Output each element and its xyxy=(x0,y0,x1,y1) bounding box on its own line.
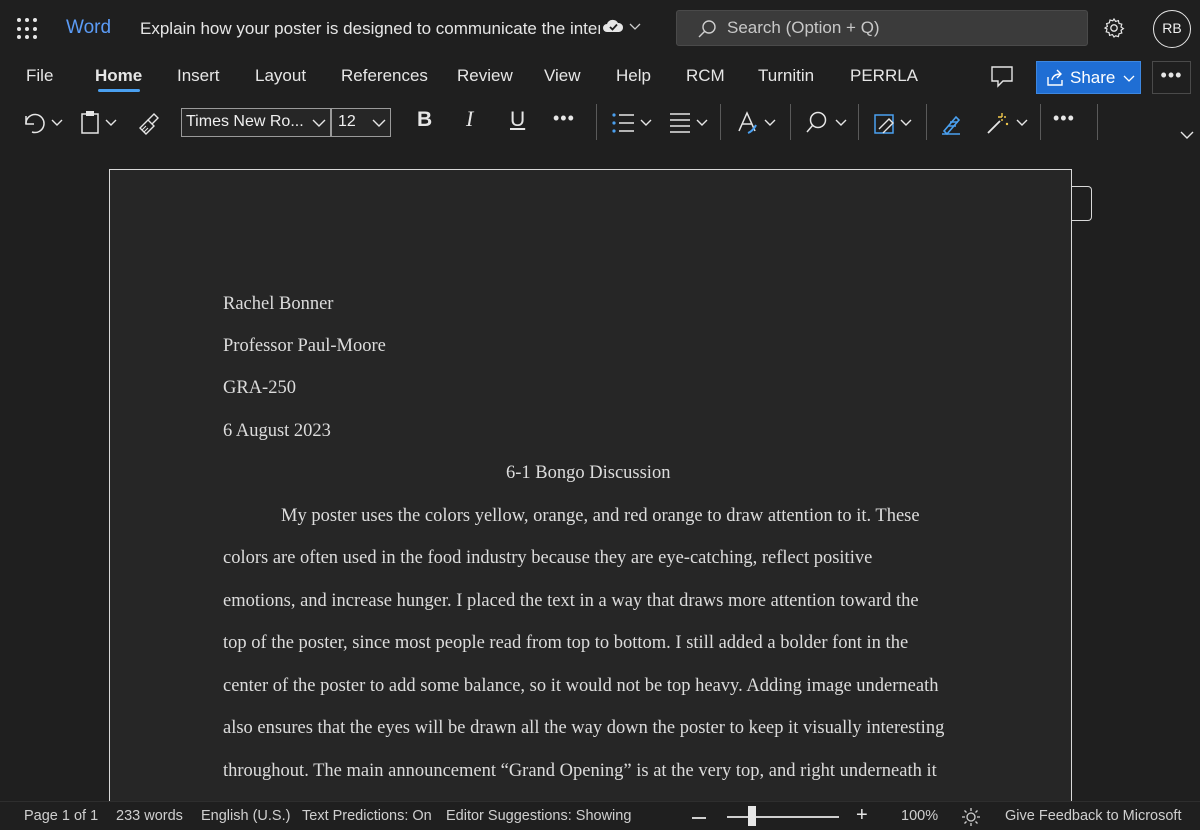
page-side-tab[interactable] xyxy=(1072,186,1092,221)
status-bar: Page 1 of 1 233 words English (U.S.) Tex… xyxy=(0,801,1200,830)
tab-references[interactable]: References xyxy=(341,66,428,86)
underline-button[interactable]: U xyxy=(510,108,525,132)
tab-turnitin[interactable]: Turnitin xyxy=(758,66,814,86)
ribbon-tabs: File Home Insert Layout References Revie… xyxy=(0,56,1200,98)
find-icon[interactable] xyxy=(804,109,850,137)
page-count: Page 1 of 1 xyxy=(24,808,99,824)
chevron-down-icon xyxy=(372,119,386,127)
editor-suggestions-status[interactable]: Editor Suggestions: Showing xyxy=(446,808,631,824)
divider xyxy=(926,104,927,140)
document-page[interactable]: Rachel Bonner Professor Paul-Moore GRA-2… xyxy=(109,169,1072,801)
more-formatting-button[interactable]: ••• xyxy=(553,108,575,129)
active-tab-indicator xyxy=(98,89,140,92)
app-launcher-icon[interactable] xyxy=(17,18,39,40)
tab-view[interactable]: View xyxy=(544,66,581,86)
tab-review[interactable]: Review xyxy=(457,66,513,86)
chevron-down-icon xyxy=(1123,75,1135,82)
document-canvas[interactable]: Rachel Bonner Professor Paul-Moore GRA-2… xyxy=(0,146,1200,801)
settings-icon[interactable] xyxy=(1103,17,1125,39)
language-status[interactable]: English (U.S.) xyxy=(201,808,290,824)
search-input[interactable] xyxy=(727,11,1067,45)
dictate-icon[interactable] xyxy=(938,109,966,137)
avatar[interactable]: RB xyxy=(1153,10,1191,48)
sensitivity-icon[interactable] xyxy=(872,109,916,137)
brightness-icon[interactable] xyxy=(961,807,981,827)
format-painter-icon[interactable] xyxy=(136,110,160,136)
expand-ribbon-icon[interactable] xyxy=(1178,128,1196,142)
italic-button[interactable]: I xyxy=(466,106,473,132)
tab-insert[interactable]: Insert xyxy=(177,66,220,86)
header-course[interactable]: GRA-250 xyxy=(223,378,296,399)
share-icon xyxy=(1047,69,1063,86)
zoom-slider[interactable] xyxy=(727,816,839,818)
undo-icon[interactable] xyxy=(20,110,66,136)
share-button[interactable]: Share xyxy=(1036,61,1141,94)
search-box[interactable] xyxy=(676,10,1088,46)
font-family-value: Times New Ro... xyxy=(186,113,304,130)
zoom-out-button[interactable] xyxy=(692,817,706,819)
search-icon xyxy=(698,20,716,38)
divider xyxy=(720,104,721,140)
divider xyxy=(790,104,791,140)
styles-icon[interactable] xyxy=(736,109,780,137)
chevron-down-icon[interactable] xyxy=(628,18,642,34)
body-line[interactable]: colors are often used in the food indust… xyxy=(223,548,872,569)
tab-rcm[interactable]: RCM xyxy=(686,66,725,86)
zoom-level[interactable]: 100% xyxy=(901,808,938,824)
word-count[interactable]: 233 words xyxy=(116,808,183,824)
zoom-slider-thumb[interactable] xyxy=(748,806,756,826)
clipboard-icon[interactable] xyxy=(80,109,122,137)
tab-perrla[interactable]: PERRLA xyxy=(850,66,918,86)
document-title[interactable]: Explain how your poster is designed to c… xyxy=(140,19,600,39)
header-professor[interactable]: Professor Paul-Moore xyxy=(223,336,386,357)
divider xyxy=(596,104,597,140)
app-name[interactable]: Word xyxy=(66,17,111,39)
body-line[interactable]: My poster uses the colors yellow, orange… xyxy=(281,506,920,527)
tab-file[interactable]: File xyxy=(26,66,53,86)
font-size-select[interactable]: 12 xyxy=(331,108,391,137)
body-line[interactable]: also ensures that the eyes will be drawn… xyxy=(223,718,944,739)
comment-icon[interactable] xyxy=(988,63,1016,89)
bullets-icon[interactable] xyxy=(610,110,654,136)
align-icon[interactable] xyxy=(668,110,712,136)
header-name[interactable]: Rachel Bonner xyxy=(223,294,333,315)
tab-home[interactable]: Home xyxy=(95,66,142,86)
cloud-sync-icon[interactable] xyxy=(602,17,624,37)
designer-icon[interactable] xyxy=(984,109,1030,137)
bold-button[interactable]: B xyxy=(417,108,432,132)
body-line[interactable]: center of the poster to add some balance… xyxy=(223,676,938,697)
zoom-in-button[interactable]: + xyxy=(856,804,868,827)
body-line[interactable]: throughout. The main announcement “Grand… xyxy=(223,761,937,782)
tab-help[interactable]: Help xyxy=(616,66,651,86)
divider xyxy=(1097,104,1098,140)
body-line[interactable]: emotions, and increase hunger. I placed … xyxy=(223,591,919,612)
share-label: Share xyxy=(1070,68,1116,87)
divider xyxy=(1040,104,1041,140)
divider xyxy=(858,104,859,140)
document-heading[interactable]: 6-1 Bongo Discussion xyxy=(506,463,670,484)
title-bar: Word Explain how your poster is designed… xyxy=(0,0,1200,56)
tab-layout[interactable]: Layout xyxy=(255,66,306,86)
font-size-value: 12 xyxy=(338,113,356,130)
header-date[interactable]: 6 August 2023 xyxy=(223,421,331,442)
more-ribbon-button[interactable]: ••• xyxy=(1053,108,1075,129)
feedback-link[interactable]: Give Feedback to Microsoft xyxy=(1005,808,1182,824)
font-family-select[interactable]: Times New Ro... xyxy=(181,108,331,137)
text-predictions-status[interactable]: Text Predictions: On xyxy=(302,808,432,824)
chevron-down-icon xyxy=(312,119,326,127)
body-line[interactable]: top of the poster, since most people rea… xyxy=(223,633,908,654)
more-options-button[interactable]: ••• xyxy=(1152,61,1191,94)
